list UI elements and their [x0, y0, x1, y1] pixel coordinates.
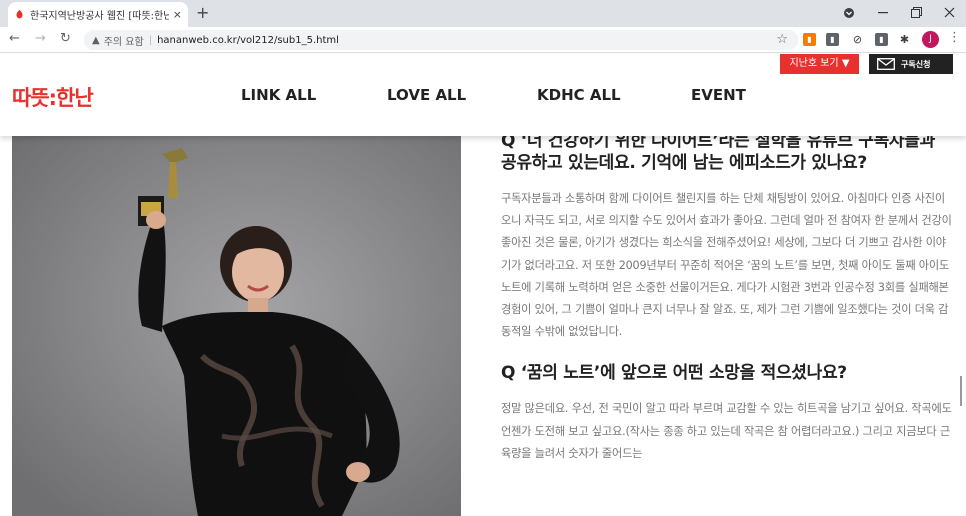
warning-icon: ▲: [92, 34, 100, 46]
puzzle-extensions-icon[interactable]: ✱: [898, 33, 911, 46]
answer-paragraph: 정말 많은데요. 우선, 전 국민이 알고 따라 부르며 교감할 수 있는 히트…: [501, 402, 952, 460]
site-logo[interactable]: 따뜻:한난: [12, 82, 94, 112]
back-icon[interactable]: ←: [9, 31, 20, 47]
past-issue-button[interactable]: 지난호 보기 ▼: [780, 54, 859, 74]
site-favicon-icon: [16, 9, 23, 19]
question-heading: Q ‘꿈의 노트’에 앞으로 어떤 소망을 적으셨나요?: [501, 363, 847, 384]
new-tab-button[interactable]: +: [196, 3, 209, 23]
nav-love-all[interactable]: LOVE ALL: [387, 86, 466, 104]
tab-search-icon[interactable]: [843, 7, 855, 19]
site-header: 따뜻:한난 LINK ALL LOVE ALL KDHC ALL EVENT 지…: [0, 54, 966, 136]
separator: |: [148, 34, 153, 46]
scrollbar-thumb[interactable]: [960, 376, 962, 406]
browser-toolbar: ← → ↻ ▲ 주의 요함 | hananweb.co.kr/vol212/su…: [0, 27, 966, 53]
url-text: hananweb.co.kr/vol212/sub1_5.html: [157, 34, 339, 46]
interview-article: Q ‘더 건강하기 위한 다이어트’라는 철학을 유튜브 구독자들과 공유하고 …: [501, 130, 953, 465]
answer-paragraph: 구독자분들과 소통하며 함께 다이어트 챌린지를 하는 단체 채팅방이 있어요.…: [501, 192, 952, 339]
security-label: 주의 요함: [103, 36, 144, 48]
bookmark-star-icon[interactable]: ☆: [776, 32, 788, 47]
subscribe-label: 구독신청: [901, 59, 931, 69]
minimize-icon[interactable]: [878, 12, 888, 14]
past-issue-label: 지난호 보기: [789, 58, 839, 69]
nav-kdhc-all[interactable]: KDHC ALL: [537, 86, 621, 104]
nav-event[interactable]: EVENT: [691, 86, 746, 104]
forward-icon[interactable]: →: [35, 31, 46, 47]
profile-avatar[interactable]: J: [922, 31, 939, 48]
tab-title: 한국지역난방공사 웹진 [따뜻:한난: [30, 11, 169, 22]
address-bar[interactable]: ▲ 주의 요함 | hananweb.co.kr/vol212/sub1_5.h…: [84, 30, 798, 50]
tab-close-icon[interactable]: ×: [173, 8, 182, 21]
extension-s-icon[interactable]: ▮: [875, 33, 888, 46]
block-icon[interactable]: ⊘: [851, 33, 864, 46]
interview-photo: [12, 136, 461, 516]
extension-info-icon[interactable]: ▮: [826, 33, 839, 46]
subscribe-button[interactable]: 구독신청: [869, 54, 953, 74]
browser-tab-strip: 한국지역난방공사 웹진 [따뜻:한난 × +: [0, 0, 966, 27]
menu-kebab-icon[interactable]: ⋮: [948, 30, 961, 45]
nav-link-all[interactable]: LINK ALL: [241, 86, 316, 104]
reload-icon[interactable]: ↻: [60, 31, 71, 47]
caret-down-icon: ▼: [841, 58, 850, 69]
extension-orange-icon[interactable]: ▮: [803, 33, 816, 46]
question-heading: Q ‘더 건강하기 위한 다이어트’라는 철학을 유튜브 구독자들과 공유하고 …: [501, 131, 935, 173]
browser-tab[interactable]: 한국지역난방공사 웹진 [따뜻:한난 ×: [8, 2, 188, 27]
restore-icon[interactable]: [911, 7, 922, 18]
close-window-icon[interactable]: [944, 7, 955, 18]
envelope-icon: [877, 58, 895, 70]
